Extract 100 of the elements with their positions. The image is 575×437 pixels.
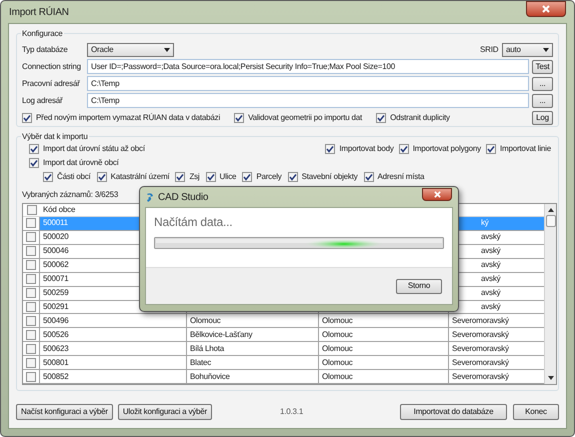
table-cell: 500852 <box>40 370 187 384</box>
checkbox-label: Parcely <box>256 171 282 183</box>
checkbox-label: Importovat linie <box>500 143 551 155</box>
table-cell: Bohuňovice <box>190 370 230 383</box>
log-button[interactable]: Log <box>532 111 553 125</box>
caret-icon <box>164 48 170 52</box>
checkbox[interactable] <box>26 205 36 215</box>
field-label: SRID <box>480 44 500 56</box>
checkbox[interactable] <box>398 144 409 154</box>
checkbox[interactable] <box>26 302 36 312</box>
dropdown[interactable]: Oracle <box>87 42 174 56</box>
checkbox[interactable] <box>234 113 244 123</box>
checkbox[interactable] <box>96 172 107 182</box>
table-cell: avský <box>481 245 500 258</box>
browse-button[interactable]: ... <box>532 76 553 90</box>
checkbox[interactable] <box>364 172 374 182</box>
table-cell: Olomouc <box>322 356 353 369</box>
table-cell: Severomoravský <box>452 370 509 383</box>
record-count: Vybraných záznamů: 3/6253 <box>22 190 118 199</box>
checkbox[interactable] <box>486 144 496 154</box>
table-cell: 500623 <box>40 342 187 356</box>
checkbox[interactable] <box>175 172 186 182</box>
checkbox[interactable] <box>325 144 336 154</box>
table-cell: 500496 <box>40 314 187 328</box>
version-label: 1.0.3.1 <box>280 406 304 418</box>
checkbox[interactable] <box>206 172 216 182</box>
save-config-button[interactable]: Uložit konfiguraci a výběr <box>118 404 212 420</box>
caret-icon <box>543 48 549 52</box>
checkbox[interactable] <box>288 172 298 182</box>
checkbox[interactable] <box>26 358 36 368</box>
close-button[interactable] <box>422 188 452 200</box>
checkbox-label: Validovat geometrii po importu dat <box>248 112 362 124</box>
checkbox[interactable] <box>242 172 252 182</box>
checkbox[interactable] <box>26 218 36 228</box>
test-button[interactable]: Test <box>532 60 553 74</box>
checkbox-label: Importovat body <box>339 143 394 155</box>
field-label: Connection string <box>22 60 82 72</box>
checkbox-label: Adresní místa <box>378 171 424 183</box>
group-title: Konfigurace <box>21 28 64 40</box>
checkbox-label: Importovat polygony <box>412 143 481 155</box>
table-row[interactable]: 500623 Bílá Lhota Olomouc Severomoravský <box>23 342 544 356</box>
checkbox[interactable] <box>26 260 36 270</box>
scrollbar[interactable] <box>544 204 556 384</box>
dropdown[interactable]: auto <box>502 42 553 56</box>
checkbox-label: Odstranit duplicity <box>390 112 450 124</box>
table-cell: Olomouc <box>322 342 353 355</box>
table-row[interactable]: 500852 Bohuňovice Olomouc Severomoravský <box>23 370 544 384</box>
table-row[interactable]: 500801 Blatec Olomouc Severomoravský <box>23 356 544 370</box>
field-label: Pracovní adresář <box>22 78 81 90</box>
checkbox-label: Import dat úrovně obcí <box>43 157 119 169</box>
path-field[interactable]: C:\Temp <box>87 76 529 91</box>
checkbox[interactable] <box>26 344 36 354</box>
table-cell: Severomoravský <box>452 314 509 327</box>
browse-button[interactable]: ... <box>532 94 553 108</box>
checkbox[interactable] <box>376 113 386 123</box>
checkbox[interactable] <box>43 172 53 182</box>
checkbox[interactable] <box>26 246 36 256</box>
table-cell: avský <box>481 273 500 286</box>
table-cell: avský <box>481 287 500 300</box>
import-button[interactable]: Importovat do databáze <box>400 404 507 420</box>
checkbox[interactable] <box>26 316 36 326</box>
table-cell: 500801 <box>40 356 187 370</box>
checkbox-label: Stavební objekty <box>302 171 358 183</box>
table-cell: avský <box>481 300 500 313</box>
table-cell: Bělkovice-Lašťany <box>190 328 252 341</box>
close-button[interactable] <box>526 1 566 17</box>
table-cell: Severomoravský <box>452 356 509 369</box>
table-cell: Bílá Lhota <box>190 342 224 355</box>
table-cell: avský <box>481 259 500 272</box>
table-cell: Olomouc <box>190 314 221 327</box>
dialog-title: CAD Studio <box>158 190 208 204</box>
checkbox[interactable] <box>29 144 39 154</box>
table-cell: Severomoravský <box>452 328 509 341</box>
table-cell: avský <box>481 231 500 244</box>
window-title: Import RÚIAN <box>9 5 69 20</box>
checkbox[interactable] <box>29 158 39 168</box>
table-cell: ký <box>481 217 489 230</box>
checkbox[interactable] <box>26 330 36 340</box>
load-config-button[interactable]: Načíst konfiguraci a výběr <box>16 404 113 420</box>
checkbox[interactable] <box>26 274 36 284</box>
table-cell: Olomouc <box>322 314 353 327</box>
table-row[interactable]: 500526 Bělkovice-Lašťany Olomouc Severomoravský <box>23 328 544 342</box>
checkbox[interactable] <box>26 288 36 298</box>
scroll-thumb[interactable] <box>546 215 556 227</box>
table-row[interactable]: 500496 Olomouc Olomouc Severomoravský <box>23 314 544 328</box>
close-icon <box>434 190 440 198</box>
table-cell: Blatec <box>190 356 212 369</box>
table-cell: 500526 <box>40 328 187 342</box>
connection-field[interactable]: User ID=;Password=;Data Source=ora.local;Persist Security Info=True;Max Pool Size=100 <box>87 59 529 74</box>
path-field[interactable]: C:\Temp <box>87 93 529 108</box>
exit-button[interactable]: Konec <box>513 404 559 420</box>
checkbox-label: Před novým importem vymazat RÚIAN data v databázi <box>36 112 220 124</box>
checkbox-label: Části obcí <box>57 171 91 183</box>
field-label: Typ databáze <box>22 44 69 56</box>
checkbox[interactable] <box>22 113 32 123</box>
scroll-up-icon <box>548 208 554 212</box>
checkbox[interactable] <box>26 232 36 242</box>
cancel-button[interactable]: Storno <box>396 278 442 294</box>
checkbox[interactable] <box>26 372 36 382</box>
checkbox-label: Zsj <box>189 171 200 183</box>
